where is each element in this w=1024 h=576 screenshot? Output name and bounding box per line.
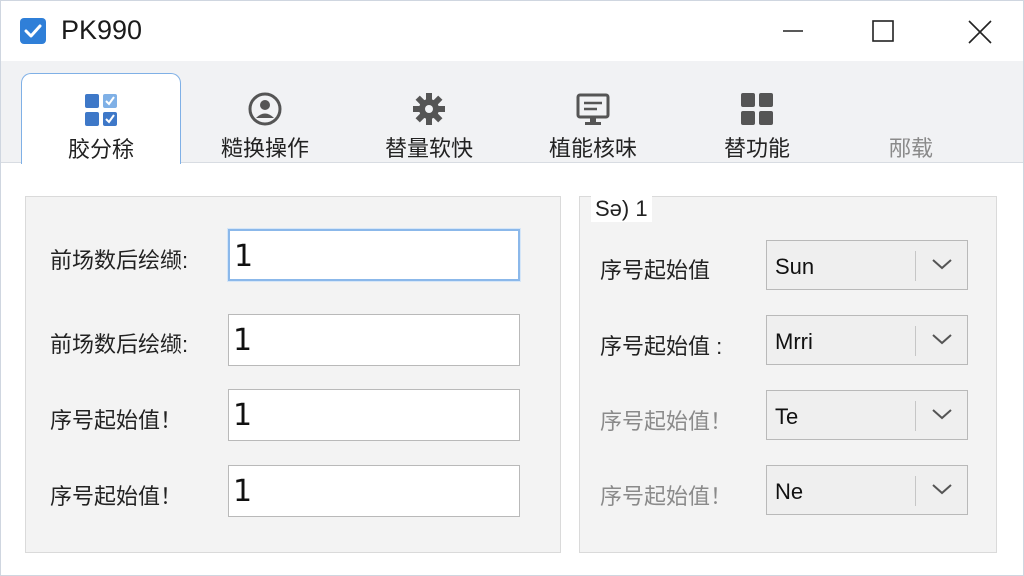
tab-6[interactable]: 邴载 bbox=[831, 73, 991, 163]
tab-3[interactable]: 替量软快 bbox=[349, 73, 509, 163]
tab-label: 替功能 bbox=[723, 136, 790, 161]
tab-label: 邴载 bbox=[888, 136, 933, 161]
field-label: 序号起始值！ bbox=[50, 484, 183, 509]
dropdown-select[interactable]: Sun bbox=[766, 240, 968, 290]
dropdown-divider bbox=[915, 326, 916, 356]
field-label: 前场数后绘缬: bbox=[50, 248, 189, 273]
chevron-down-icon bbox=[932, 334, 952, 345]
tab-label: 糙换操作 bbox=[220, 136, 309, 161]
dropdown-select[interactable]: Te bbox=[766, 390, 968, 440]
user-circle-icon bbox=[248, 92, 282, 126]
text-input[interactable]: 1 bbox=[228, 229, 520, 281]
chevron-down-icon bbox=[932, 259, 952, 270]
field-label: 序号起始值 : bbox=[600, 334, 723, 359]
maximize-icon bbox=[872, 20, 894, 42]
tab-2[interactable]: 糙换操作 bbox=[185, 73, 345, 163]
grid-icon bbox=[741, 93, 773, 125]
close-icon bbox=[968, 20, 992, 44]
monitor-icon bbox=[576, 93, 610, 125]
dropdown-value: Mrri bbox=[775, 329, 813, 354]
dropdown-divider bbox=[915, 251, 916, 281]
dropdown-divider bbox=[915, 401, 916, 431]
tab-4[interactable]: 植能核味 bbox=[513, 73, 673, 163]
text-input[interactable]: 1 bbox=[228, 465, 520, 517]
tab-content: 前场数后绘缬: 1 前场数后绘缬: 1 序号起始值！ 1 序号起始值！ 1 序号… bbox=[1, 164, 1023, 575]
field-label: 序号起始值 bbox=[600, 258, 711, 283]
group-title: Sə) 1 bbox=[591, 196, 652, 222]
maximize-button[interactable] bbox=[847, 1, 919, 61]
dropdown-select[interactable]: Mrri bbox=[766, 315, 968, 365]
dropdown-value: Te bbox=[775, 404, 799, 429]
tab-1[interactable]: 㬵分稌 bbox=[21, 73, 181, 164]
minimize-icon bbox=[783, 30, 803, 32]
right-settings-panel: 序号起始值 Sun 序号起始值 : Mrri 序号起始值！ Te 序号起始值！ … bbox=[579, 196, 997, 553]
dropdown-select[interactable]: Ne bbox=[766, 465, 968, 515]
field-label: 序号起始值！ bbox=[50, 408, 183, 433]
window-title: PK990 bbox=[61, 15, 143, 45]
title-bar: PK990 bbox=[1, 1, 1023, 61]
app-window: PK990 㬵分稌 糙换操作 替量软快 植能核味 替功能 邴载 前场数后绘缬: … bbox=[0, 0, 1024, 576]
tab-5[interactable]: 替功能 bbox=[677, 73, 837, 163]
chevron-down-icon bbox=[932, 409, 952, 420]
tab-label: 㬵分稌 bbox=[67, 137, 134, 162]
text-input[interactable]: 1 bbox=[228, 314, 520, 366]
text-input[interactable]: 1 bbox=[228, 389, 520, 441]
gear-icon bbox=[413, 93, 445, 125]
ribbon-tab-bar: 㬵分稌 糙换操作 替量软快 植能核味 替功能 邴载 bbox=[1, 61, 1023, 164]
dropdown-value: Ne bbox=[775, 479, 804, 504]
app-grid-check-icon bbox=[85, 94, 117, 126]
field-label: 前场数后绘缬: bbox=[50, 332, 189, 357]
minimize-button[interactable] bbox=[757, 1, 829, 61]
close-button[interactable] bbox=[943, 1, 1015, 61]
tab-label: 植能核味 bbox=[548, 136, 637, 161]
chevron-down-icon bbox=[932, 484, 952, 495]
dropdown-value: Sun bbox=[775, 254, 815, 279]
field-label: 序号起始值！ bbox=[600, 484, 733, 509]
field-label: 序号起始值！ bbox=[600, 409, 733, 434]
left-settings-panel: 前场数后绘缬: 1 前场数后绘缬: 1 序号起始值！ 1 序号起始值！ 1 bbox=[25, 196, 561, 553]
dropdown-divider bbox=[915, 476, 916, 506]
tab-label: 替量软快 bbox=[384, 136, 473, 161]
app-checkbox-icon bbox=[20, 18, 46, 44]
